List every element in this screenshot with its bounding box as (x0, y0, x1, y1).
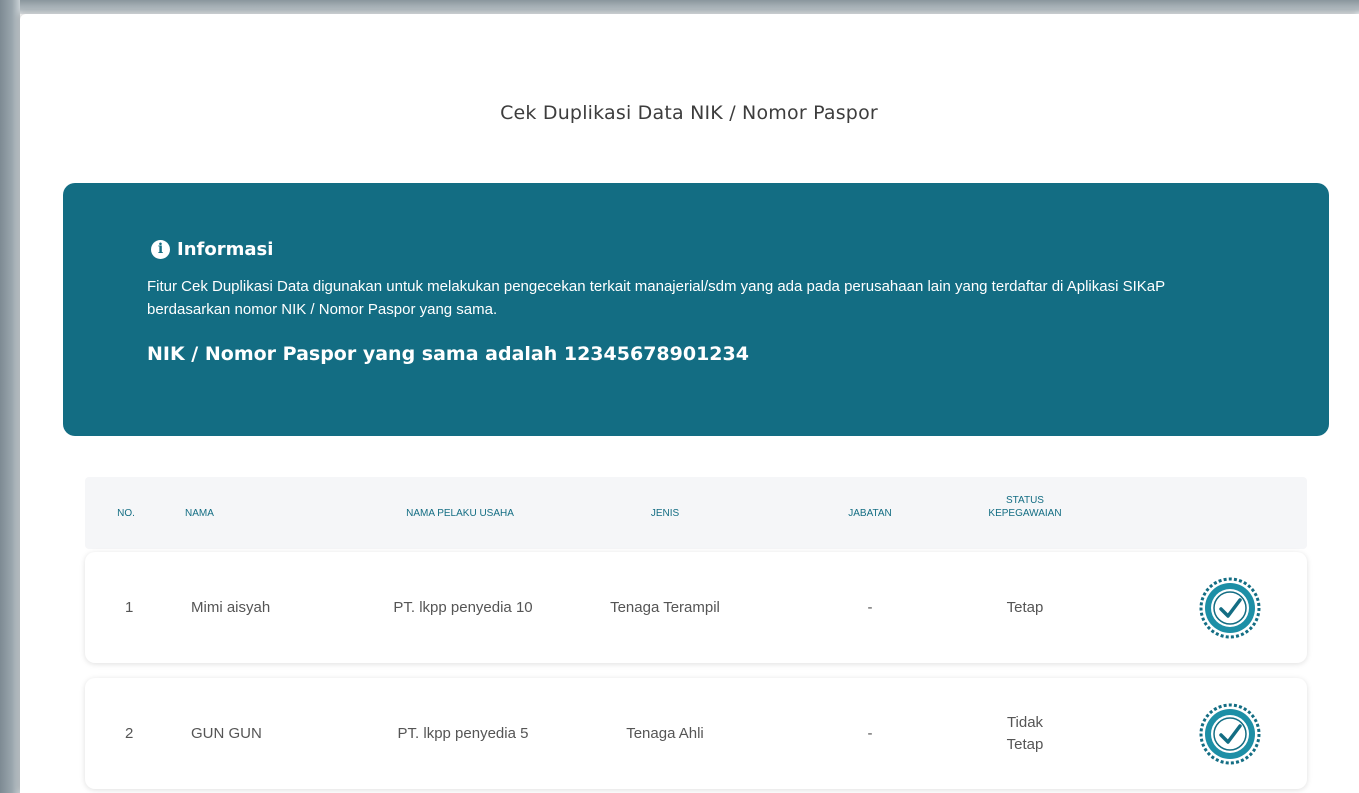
info-title: Informasi (177, 239, 274, 260)
window-frame-left (0, 0, 20, 793)
info-header: i Informasi (151, 239, 273, 260)
header-no: NO. (117, 508, 135, 519)
verified-check-badge-icon[interactable] (1199, 577, 1261, 639)
cell-jabatan: - (867, 725, 873, 742)
cell-pelaku-usaha: PT. lkpp penyedia 10 (393, 598, 533, 616)
cell-status: Tidak Tetap (1006, 713, 1044, 753)
header-jabatan: JABATAN (848, 508, 892, 519)
cell-jenis: Tenaga Terampil (610, 599, 720, 616)
header-pelaku-usaha: NAMA PELAKU USAHA (406, 508, 514, 519)
cell-status: Tetap (1006, 599, 1044, 616)
table-header: NO. NAMA NAMA PELAKU USAHA JENIS JABATAN… (85, 477, 1307, 549)
cell-nama: Mimi aisyah (191, 599, 271, 616)
main-panel: Cek Duplikasi Data NIK / Nomor Paspor i … (20, 14, 1359, 793)
page-title: Cek Duplikasi Data NIK / Nomor Paspor (500, 102, 878, 124)
cell-no: 1 (125, 599, 134, 616)
header-jenis: JENIS (650, 508, 680, 519)
cell-jenis: Tenaga Ahli (626, 725, 704, 742)
header-nama: NAMA (185, 508, 214, 519)
header-status-kepegawaian: STATUS KEPEGAWAIAN (988, 495, 1062, 519)
table-row: 2 GUN GUN PT. lkpp penyedia 5 Tenaga Ahl… (85, 678, 1307, 789)
cell-pelaku-usaha: PT. lkpp penyedia 5 (397, 724, 529, 742)
info-box: i Informasi Fitur Cek Duplikasi Data dig… (63, 183, 1329, 436)
table-row: 1 Mimi aisyah PT. lkpp penyedia 10 Tenag… (85, 552, 1307, 663)
verified-check-badge-icon[interactable] (1199, 703, 1261, 765)
cell-jabatan: - (867, 599, 873, 616)
info-circle-icon: i (151, 240, 170, 259)
cell-no: 2 (125, 725, 134, 742)
cell-nama: GUN GUN (191, 725, 262, 742)
info-description: Fitur Cek Duplikasi Data digunakan untuk… (147, 278, 1165, 318)
info-nik-line: NIK / Nomor Paspor yang sama adalah 1234… (147, 343, 749, 365)
window-frame-top (0, 0, 1359, 14)
